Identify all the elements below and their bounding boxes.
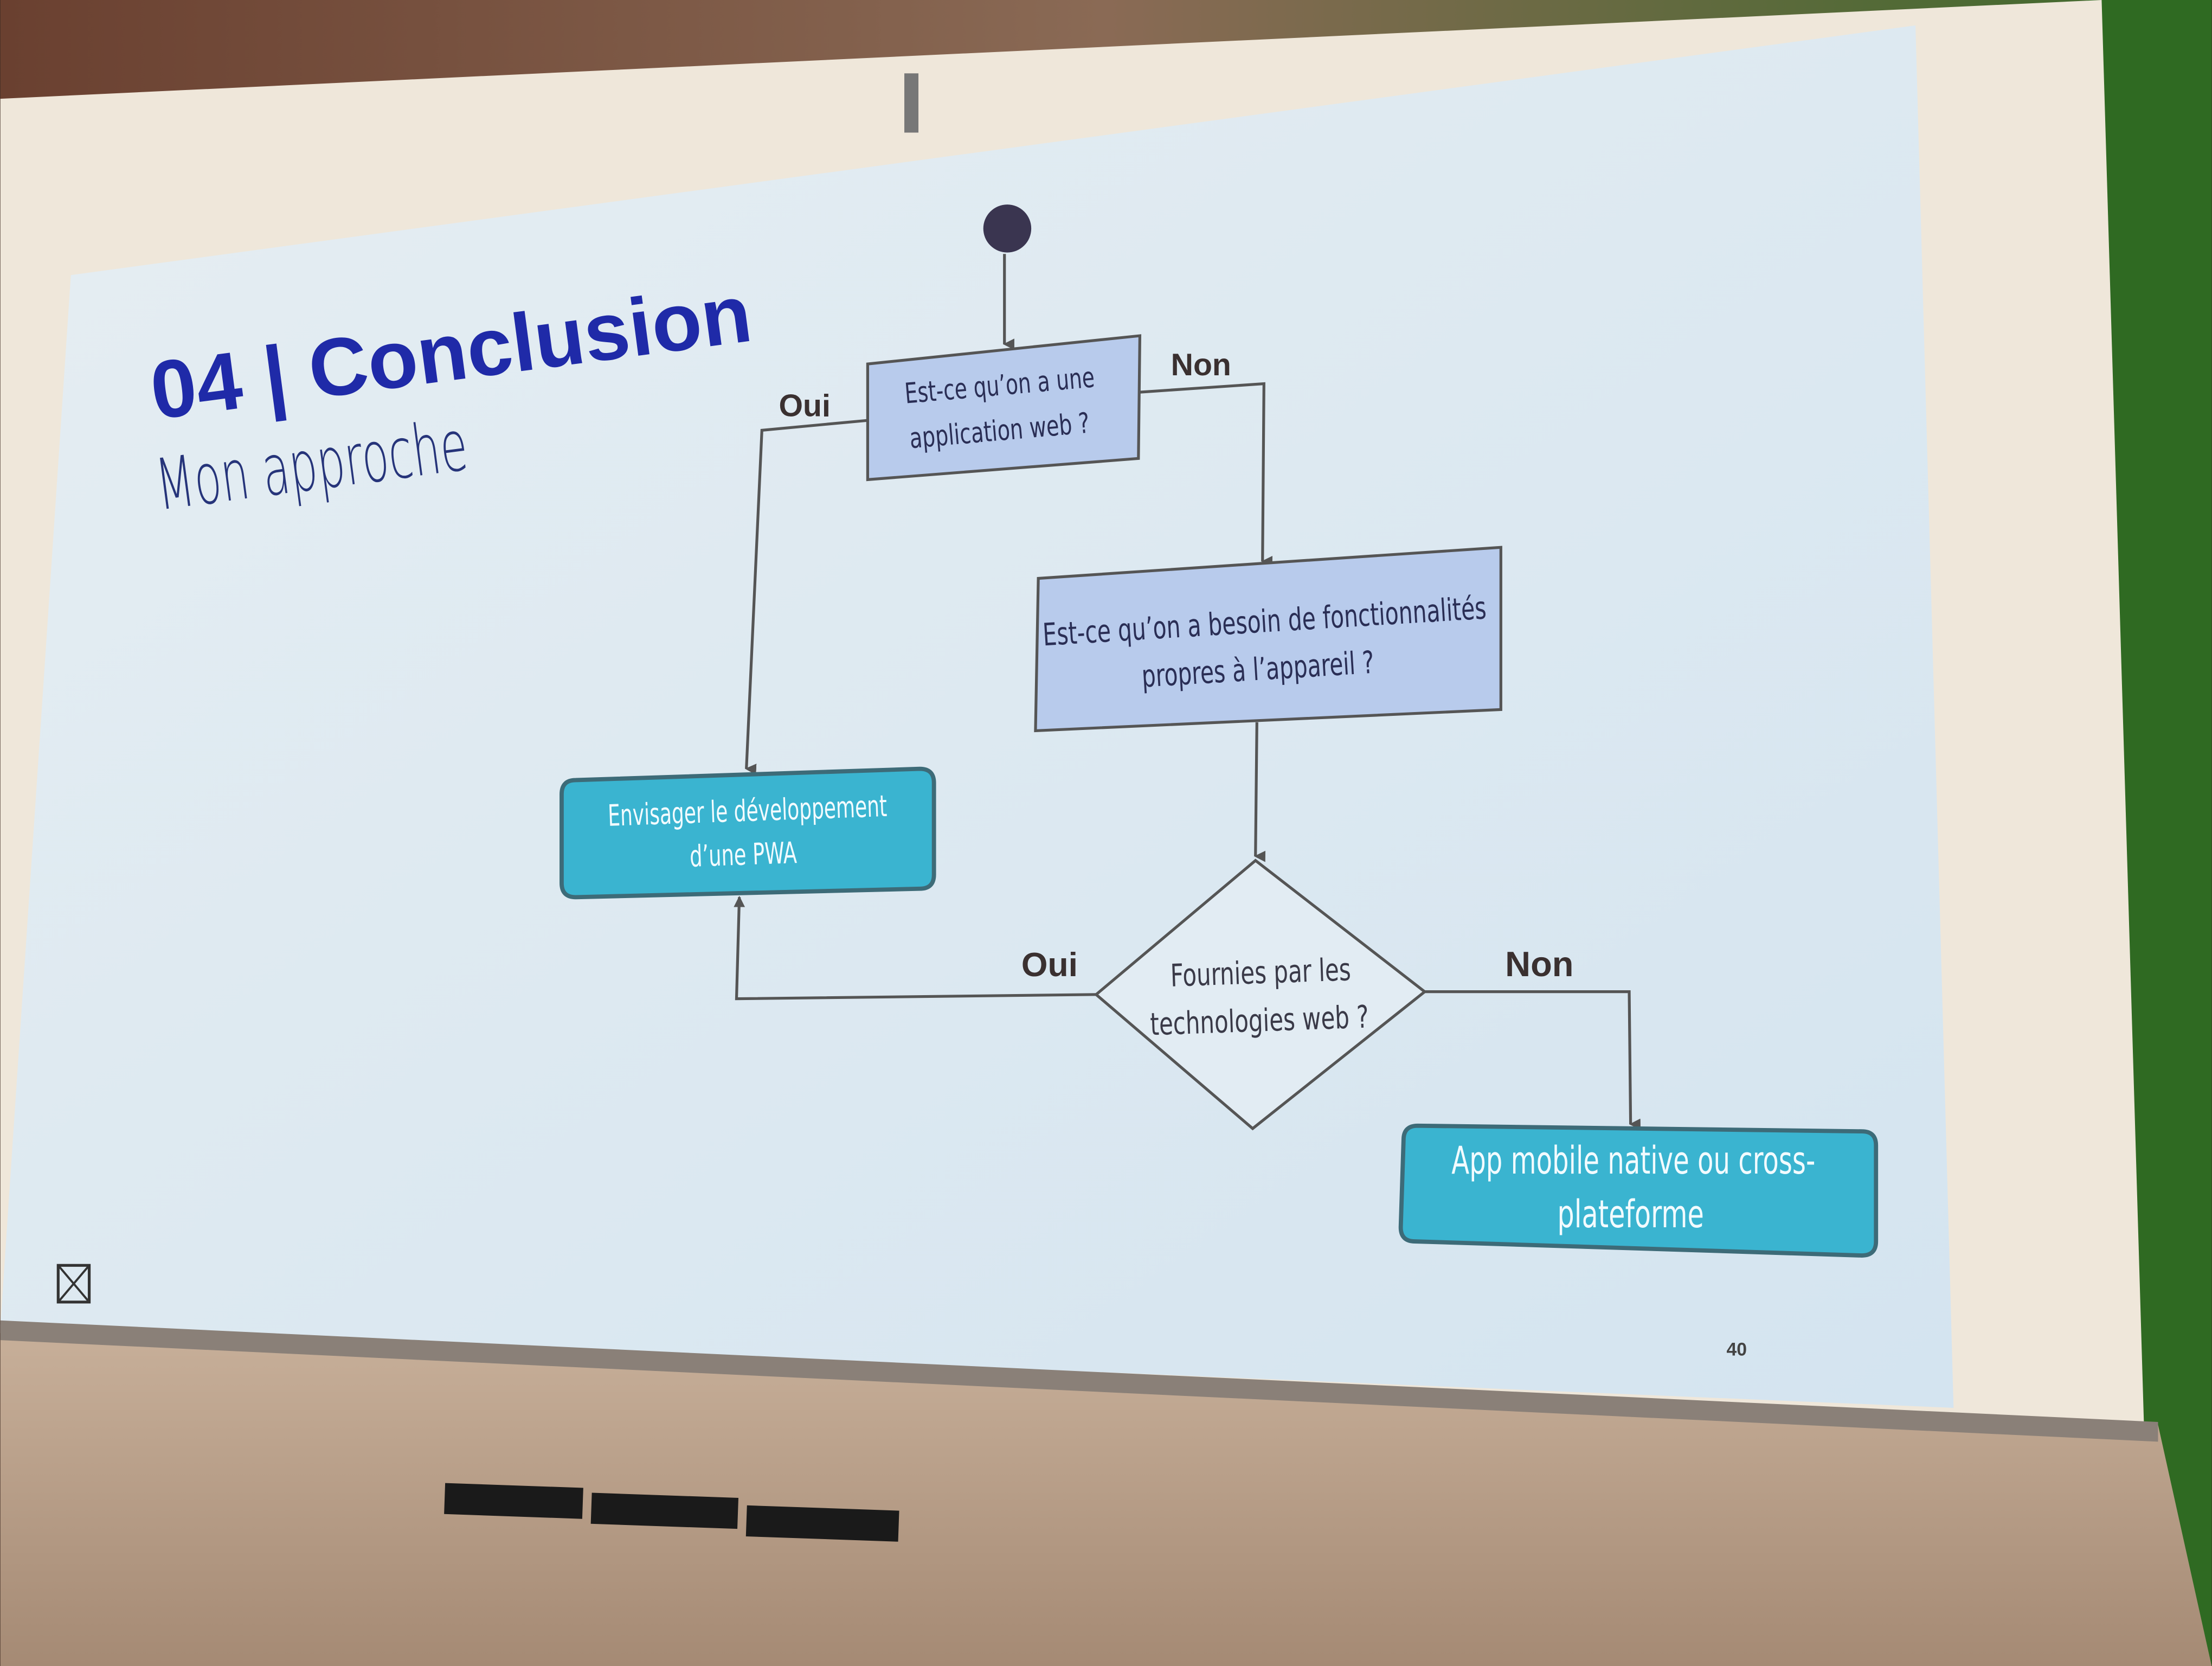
projected-slide-photo: 04 | Conclusion Mon approche Est-ce qu’o… — [0, 0, 2212, 1666]
label-q1-yes: Oui — [779, 388, 831, 423]
screen-mount — [904, 73, 919, 133]
label-q3-yes: Oui — [1021, 946, 1078, 984]
label-q1-no: Non — [1171, 348, 1231, 382]
result-native-line2: plateforme — [1557, 1192, 1704, 1236]
question-web-tech-line2: technologies web ? — [1149, 999, 1369, 1042]
label-q3-no: Non — [1505, 944, 1573, 984]
arrow-q2-to-q3 — [1254, 722, 1266, 862]
result-pwa-line2: d’une PWA — [689, 835, 798, 874]
question-web-tech-line1: Fournies par les — [1170, 952, 1352, 994]
page-number: 40 — [1727, 1340, 1747, 1360]
start-node — [983, 204, 1032, 253]
result-native-line1: App mobile native ou cross- — [1451, 1138, 1815, 1183]
result-pwa-box — [560, 766, 936, 900]
